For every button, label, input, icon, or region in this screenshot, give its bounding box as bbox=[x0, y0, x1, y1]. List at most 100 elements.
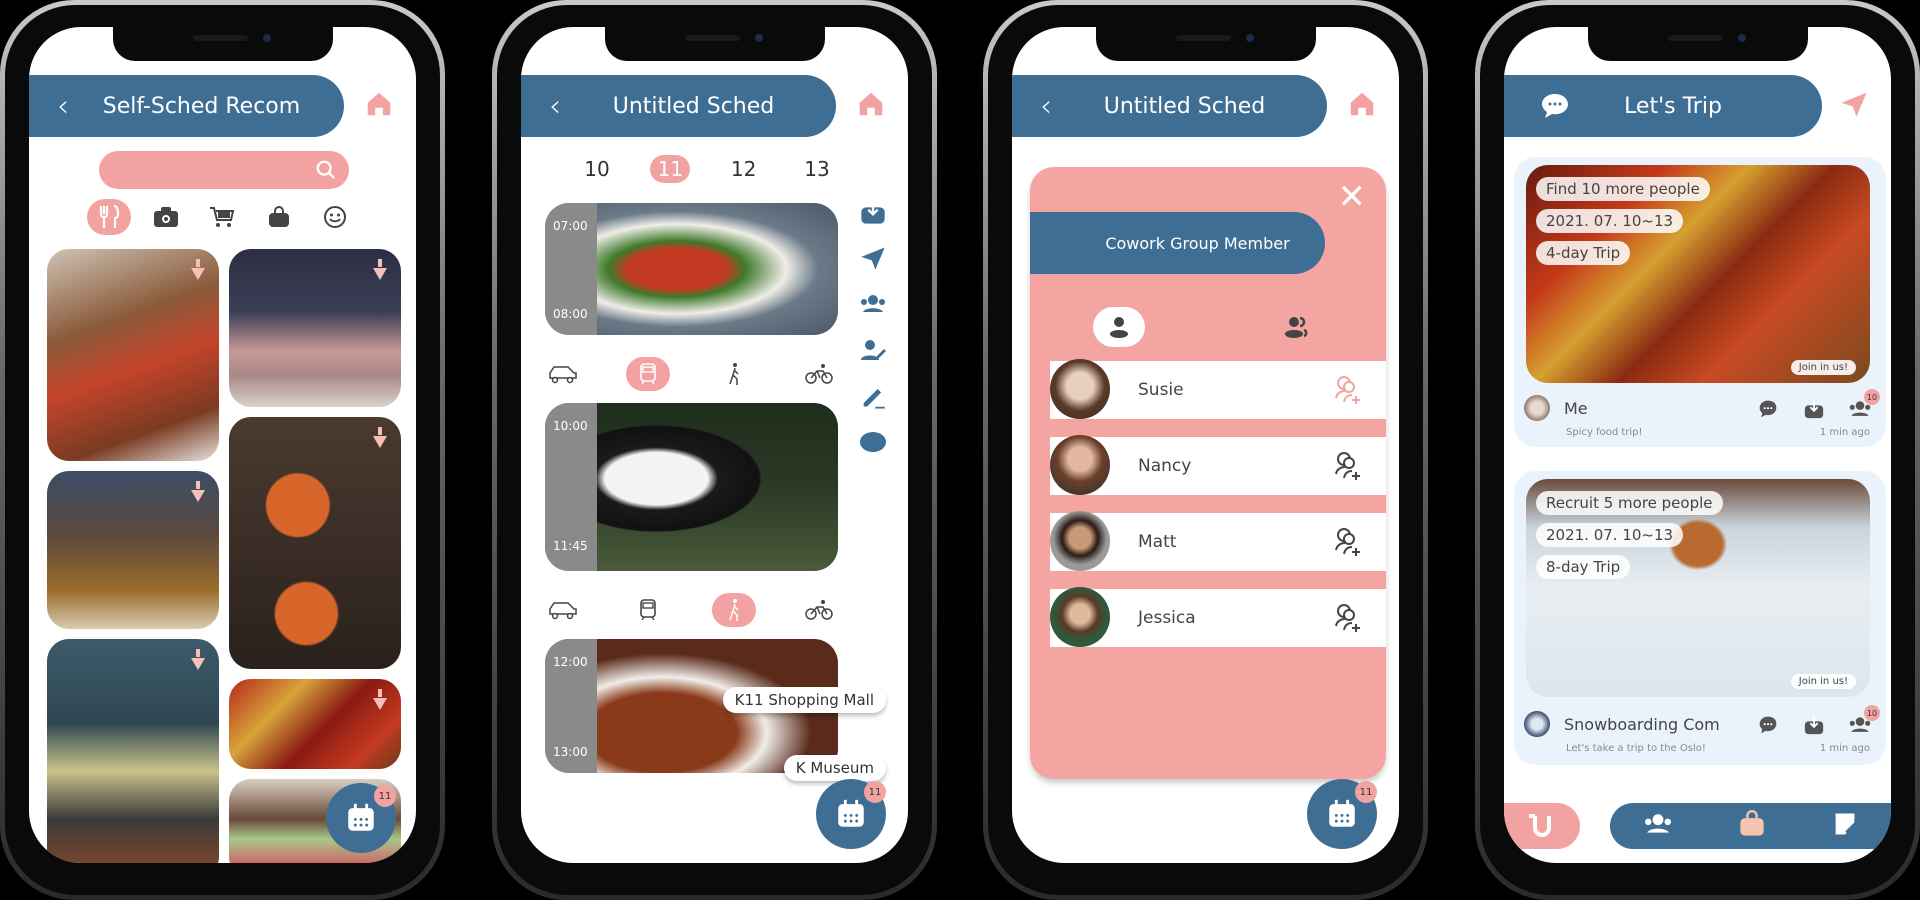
members-icon[interactable]: 10 bbox=[1848, 705, 1880, 737]
notch bbox=[604, 27, 825, 61]
transport-train[interactable] bbox=[626, 593, 670, 627]
location-tag[interactable]: K11 Shopping Mall bbox=[722, 687, 886, 713]
calendar-icon bbox=[838, 799, 864, 827]
calendar-fab[interactable]: 11 bbox=[816, 779, 886, 849]
tab-group[interactable] bbox=[1271, 307, 1323, 347]
join-hint: Join in us! bbox=[1790, 360, 1856, 375]
calendar-fab[interactable]: 11 bbox=[326, 783, 396, 853]
member-row[interactable]: Nancy bbox=[1050, 435, 1386, 495]
trip-post-card[interactable]: Find 10 more people 2021. 07. 10~13 4-da… bbox=[1514, 157, 1886, 447]
car-icon bbox=[549, 602, 577, 620]
recommendation-tile[interactable] bbox=[229, 417, 401, 669]
send-icon[interactable] bbox=[858, 243, 888, 273]
post-owner[interactable]: Snowboarding Com bbox=[1524, 711, 1720, 737]
member-type-tabs bbox=[1030, 307, 1386, 347]
phone-frame-3: ‹ Untitled Sched ✕ Cowork Group Member S… bbox=[983, 0, 1428, 900]
home-icon[interactable] bbox=[1347, 89, 1377, 119]
post-time: 1 min ago bbox=[1819, 427, 1870, 438]
download-icon[interactable] bbox=[858, 197, 888, 227]
recommendation-tile[interactable] bbox=[47, 249, 219, 461]
trip-pill: 2021. 07. 10~13 bbox=[1536, 523, 1684, 547]
date-option-selected[interactable]: 11 bbox=[650, 155, 691, 183]
member-row[interactable]: Matt bbox=[1050, 511, 1386, 571]
bike-icon bbox=[805, 364, 833, 384]
nav-bag[interactable] bbox=[1738, 810, 1766, 842]
send-icon[interactable] bbox=[1839, 89, 1869, 119]
category-photo[interactable] bbox=[144, 199, 188, 235]
chevron-left-icon[interactable]: ‹ bbox=[549, 89, 561, 124]
transport-selector bbox=[541, 357, 841, 391]
close-icon[interactable]: ✕ bbox=[1338, 177, 1367, 217]
pin-icon[interactable] bbox=[191, 649, 205, 671]
schedule-event-card[interactable]: 07:00 08:00 bbox=[545, 203, 838, 335]
edit-user-icon[interactable] bbox=[858, 335, 888, 365]
transport-car[interactable] bbox=[541, 357, 585, 391]
members-icon[interactable]: 10 bbox=[1848, 389, 1880, 421]
avatar bbox=[1524, 711, 1550, 737]
category-food[interactable] bbox=[87, 199, 131, 235]
nav-home[interactable] bbox=[1504, 803, 1580, 849]
add-user-icon[interactable] bbox=[1332, 526, 1364, 558]
comment-icon[interactable] bbox=[1756, 713, 1780, 737]
member-name: Nancy bbox=[1138, 456, 1192, 476]
pill-shape-icon[interactable] bbox=[858, 427, 888, 457]
search-icon[interactable] bbox=[315, 159, 337, 181]
home-icon[interactable] bbox=[364, 89, 394, 119]
download-icon[interactable] bbox=[1802, 713, 1826, 737]
schedule-event-card[interactable]: 10:00 11:45 bbox=[545, 403, 838, 571]
comment-icon[interactable] bbox=[1756, 397, 1780, 421]
recommendation-tile[interactable] bbox=[47, 471, 219, 629]
member-row[interactable]: Jessica bbox=[1050, 587, 1386, 647]
transport-walk[interactable] bbox=[711, 593, 756, 627]
calendar-fab[interactable]: 11 bbox=[1307, 779, 1377, 849]
add-user-icon[interactable] bbox=[1332, 450, 1364, 482]
event-start-time: 07:00 bbox=[553, 219, 588, 233]
pin-icon[interactable] bbox=[373, 259, 387, 281]
add-user-icon[interactable] bbox=[1332, 602, 1364, 634]
category-bag[interactable] bbox=[257, 199, 301, 235]
avatar bbox=[1050, 435, 1110, 495]
recommendation-tile[interactable] bbox=[47, 639, 219, 863]
tab-individual[interactable] bbox=[1093, 307, 1145, 347]
date-option[interactable]: 10 bbox=[577, 155, 617, 183]
location-tag[interactable]: K Museum bbox=[783, 755, 886, 781]
pin-icon[interactable] bbox=[373, 427, 387, 449]
trip-pill: 8-day Trip bbox=[1536, 555, 1631, 579]
pin-icon[interactable] bbox=[373, 689, 387, 711]
category-fun[interactable] bbox=[313, 199, 357, 235]
transport-car[interactable] bbox=[541, 593, 585, 627]
event-end-time: 08:00 bbox=[553, 307, 588, 321]
transport-walk[interactable] bbox=[712, 357, 756, 391]
chat-bubble-icon[interactable] bbox=[1540, 92, 1570, 120]
pin-icon[interactable] bbox=[191, 259, 205, 281]
group-icon[interactable] bbox=[858, 289, 888, 319]
recommendation-tile[interactable] bbox=[229, 249, 401, 407]
trip-post-card[interactable]: Recruit 5 more people 2021. 07. 10~13 8-… bbox=[1514, 471, 1886, 765]
chevron-left-icon[interactable]: ‹ bbox=[57, 89, 69, 124]
screen-lets-trip: Let's Trip Find 10 more people 2021. 07.… bbox=[1504, 27, 1891, 863]
category-shopping[interactable] bbox=[200, 199, 244, 235]
date-option[interactable]: 13 bbox=[797, 155, 837, 183]
date-option[interactable]: 12 bbox=[724, 155, 764, 183]
pen-icon[interactable] bbox=[858, 381, 888, 411]
download-icon[interactable] bbox=[1802, 397, 1826, 421]
add-user-icon[interactable] bbox=[1332, 374, 1364, 406]
recommendation-tile[interactable] bbox=[229, 679, 401, 769]
header-bar: ‹ Self-Sched Recom bbox=[29, 75, 344, 137]
train-icon bbox=[640, 363, 657, 385]
nav-notes[interactable] bbox=[1831, 810, 1859, 842]
car-icon bbox=[549, 366, 577, 384]
member-row[interactable]: Susie bbox=[1050, 359, 1386, 419]
pin-icon[interactable] bbox=[191, 481, 205, 503]
avatar bbox=[1050, 587, 1110, 647]
post-actions: 10 bbox=[1756, 705, 1880, 737]
transport-bike[interactable] bbox=[797, 593, 841, 627]
post-owner[interactable]: Me bbox=[1524, 395, 1588, 421]
transport-train[interactable] bbox=[626, 357, 671, 391]
logo-u-icon bbox=[1529, 814, 1551, 837]
search-input[interactable] bbox=[99, 151, 349, 189]
transport-bike[interactable] bbox=[797, 357, 841, 391]
nav-friends[interactable] bbox=[1642, 811, 1674, 841]
home-icon[interactable] bbox=[856, 89, 886, 119]
chevron-left-icon[interactable]: ‹ bbox=[1040, 89, 1052, 124]
